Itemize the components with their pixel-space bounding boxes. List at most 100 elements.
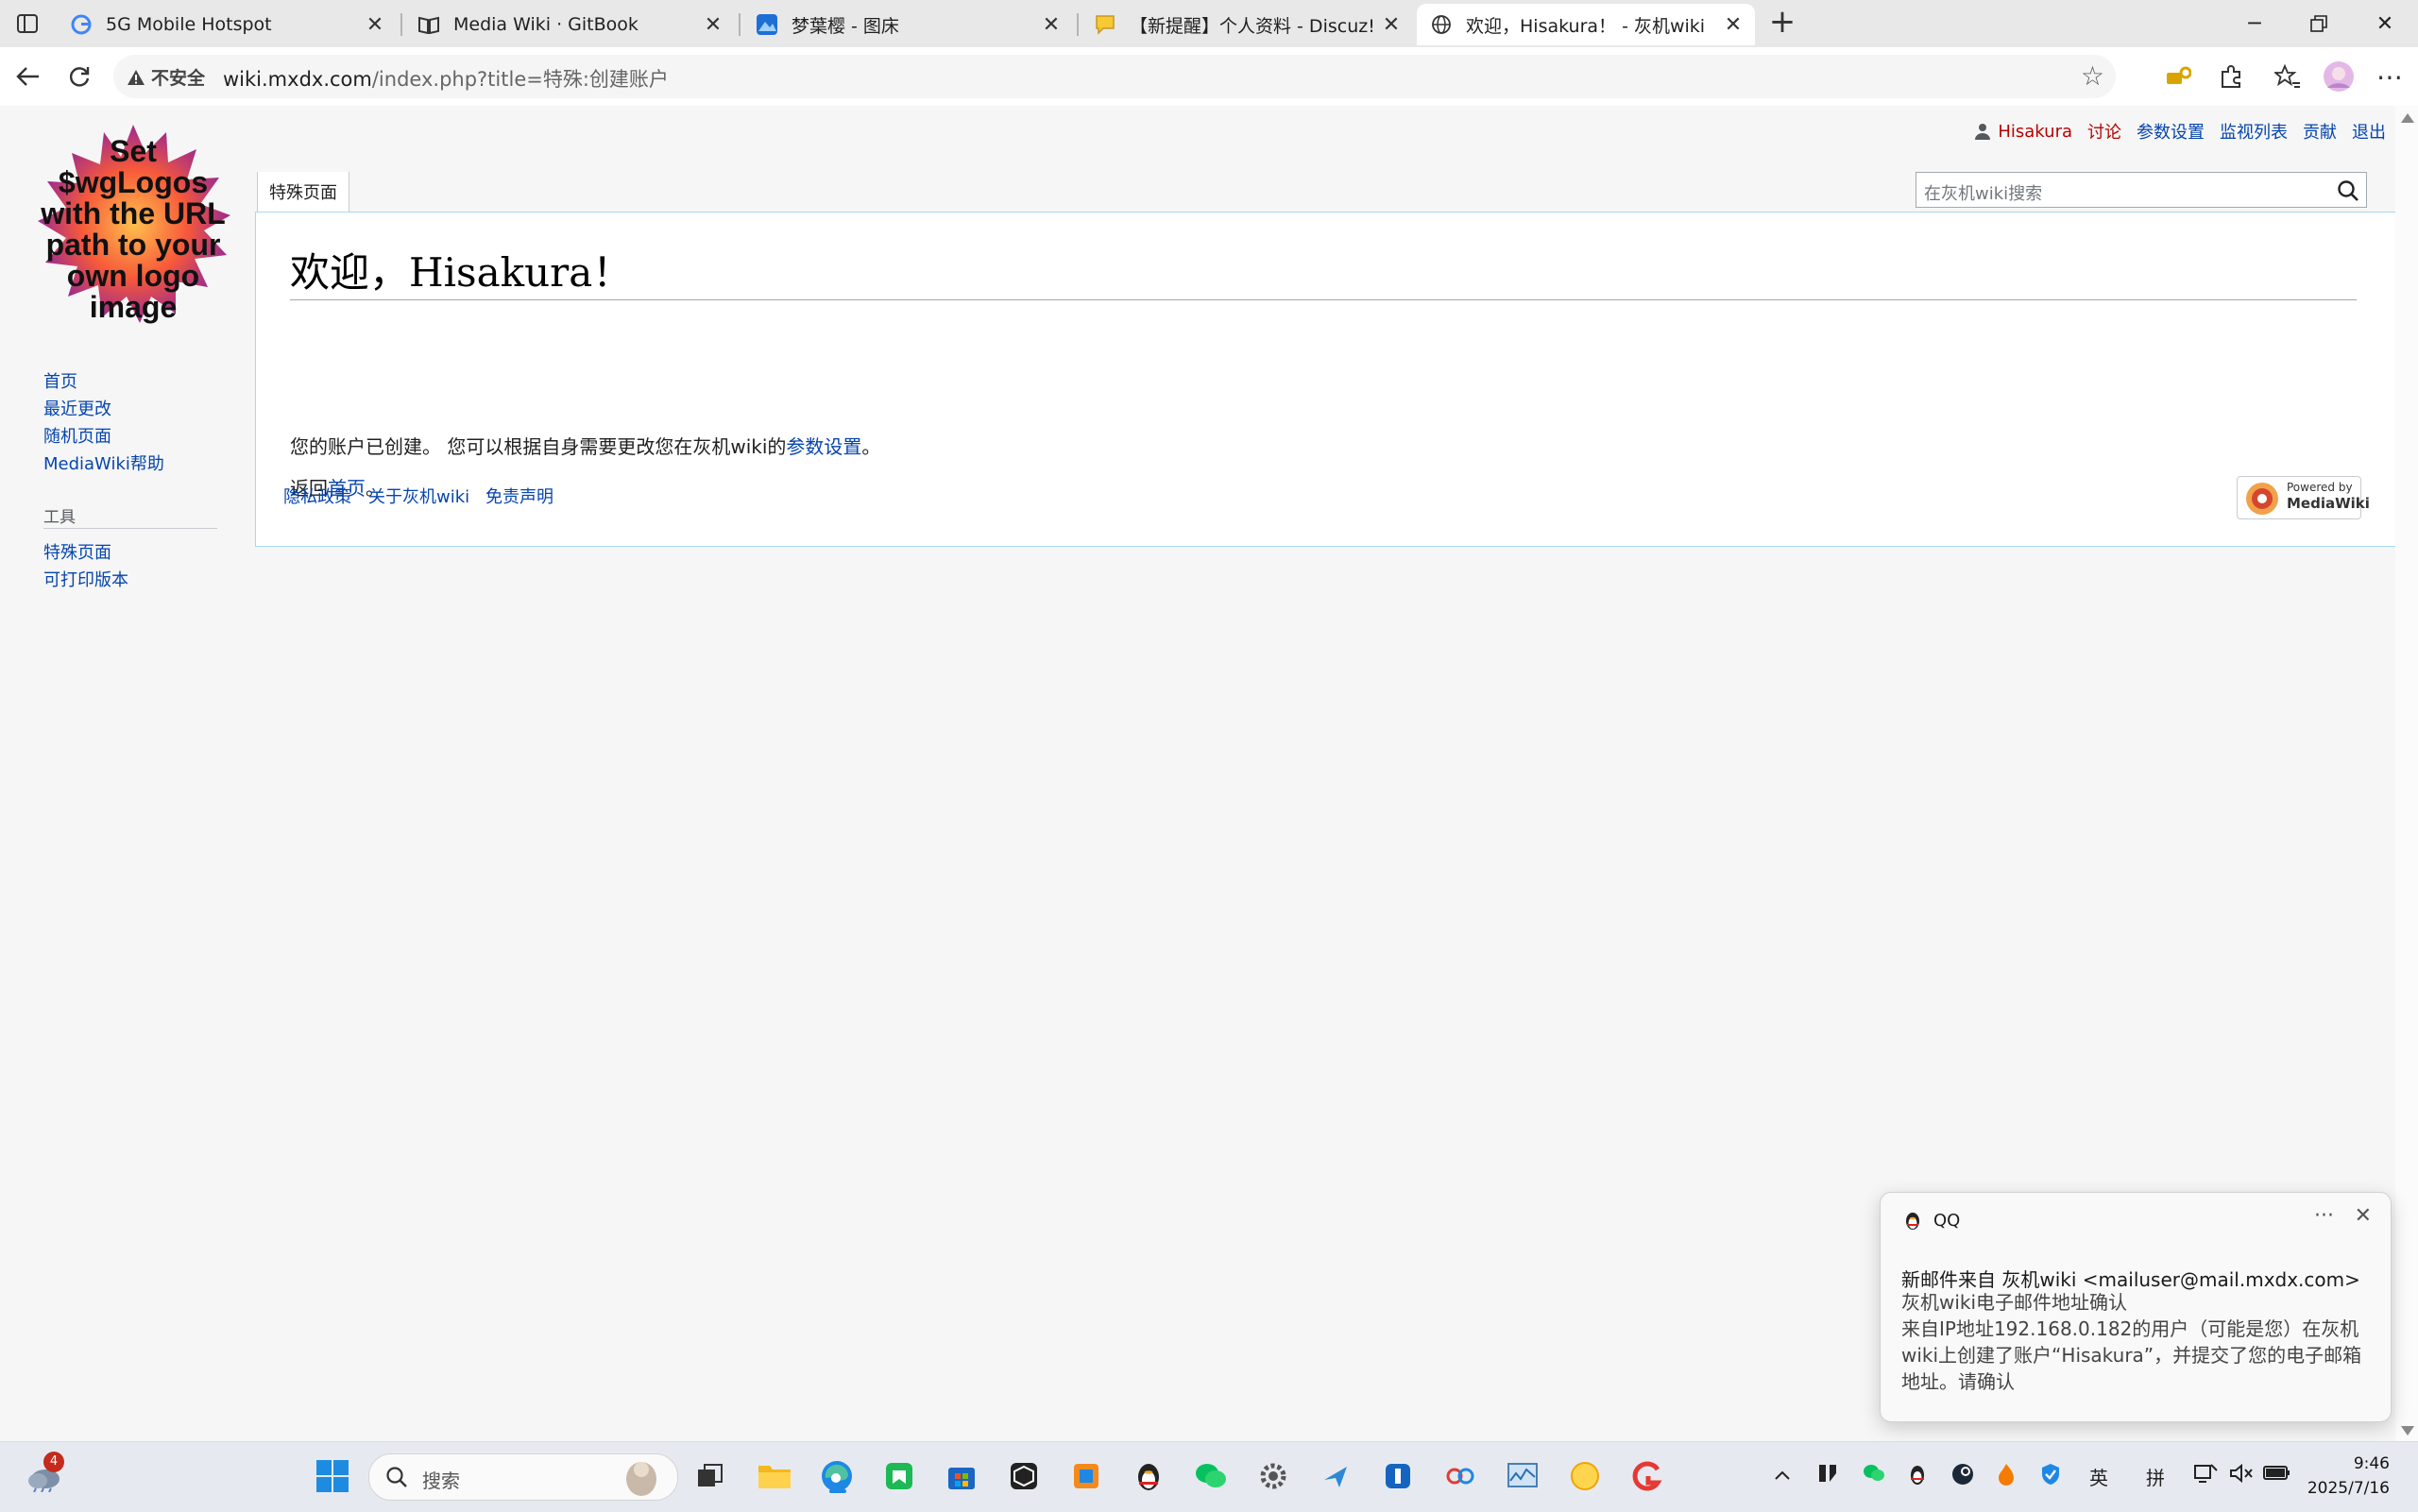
url-text[interactable]: wiki.mxdx.com/index.php?title=特殊:创建账户: [223, 64, 669, 93]
tray-battery-icon[interactable]: [2263, 1463, 2291, 1487]
message-text: 您的账户已创建。 您可以根据自身需要更改您在灰机wiki的: [290, 435, 787, 458]
notification-close-icon[interactable]: ✕: [2355, 1204, 2372, 1228]
notification-more-icon[interactable]: ···: [2314, 1204, 2334, 1228]
tray-flame-icon[interactable]: [1997, 1463, 2016, 1490]
edge-browser-icon[interactable]: [816, 1455, 858, 1497]
tab-image-host[interactable]: 梦葉樱 - 图床 ✕: [742, 4, 1073, 45]
tab-wiki-welcome[interactable]: 欢迎，Hisakura！ - 灰机wiki ✕: [1417, 4, 1755, 45]
sidebar-item-main-page[interactable]: 首页: [43, 368, 77, 393]
orange-app-icon[interactable]: [1065, 1455, 1107, 1497]
minimize-button[interactable]: ─: [2225, 4, 2284, 43]
ime-mode-indicator[interactable]: 拼: [2146, 1463, 2165, 1490]
close-tab-icon[interactable]: ✕: [1721, 12, 1745, 37]
close-tab-icon[interactable]: ✕: [701, 12, 725, 37]
resource-monitor-icon[interactable]: [1502, 1455, 1543, 1497]
warning-icon: [128, 69, 145, 85]
restore-button[interactable]: [2290, 4, 2348, 43]
notification-body: 来自IP地址192.168.0.182的用户（可能是您）在灰机wiki上创建了账…: [1901, 1317, 2362, 1393]
weather-badge: 4: [43, 1452, 64, 1472]
sidebar-item-random-page[interactable]: 随机页面: [43, 423, 111, 448]
tray-overflow-chevron-icon[interactable]: [1774, 1463, 1791, 1486]
dark-cube-app-icon[interactable]: [1003, 1455, 1045, 1497]
tray-steam-icon[interactable]: [1951, 1463, 1974, 1490]
profile-avatar[interactable]: [2320, 59, 2358, 94]
tab-title: Media Wiki · GitBook: [453, 14, 639, 35]
user-link[interactable]: Hisakura: [1975, 122, 2072, 142]
powered-by-mediawiki-badge[interactable]: Powered by MediaWiki: [2237, 476, 2370, 519]
notification-app: QQ: [1903, 1210, 1960, 1231]
password-key-icon[interactable]: [2159, 59, 2197, 94]
qq-mail-notification[interactable]: QQ ··· ✕ 新邮件来自 灰机wiki <mailuser@mail.mxd…: [1880, 1192, 2392, 1422]
more-menu-icon[interactable]: ⋯: [2371, 59, 2409, 94]
tray-security-shield-icon[interactable]: [2040, 1463, 2061, 1490]
personal-tools: Hisakura 讨论 参数设置 监视列表 贡献 退出: [1960, 119, 2386, 144]
contributions-link[interactable]: 贡献: [2303, 119, 2337, 144]
close-window-button[interactable]: ✕: [2356, 4, 2414, 43]
cloud-drive-icon[interactable]: [1439, 1455, 1481, 1497]
footer-privacy-link[interactable]: 隐私政策: [283, 484, 351, 508]
tab-title: 【新提醒】个人资料 - Discuz! Board: [1130, 15, 1379, 37]
google-icon: [70, 13, 93, 36]
talk-link[interactable]: 讨论: [2087, 119, 2121, 144]
preferences-inline-link[interactable]: 参数设置: [786, 435, 861, 458]
close-tab-icon[interactable]: ✕: [1379, 12, 1404, 37]
tab-actions-icon[interactable]: [13, 10, 42, 37]
qq-icon[interactable]: [1128, 1455, 1169, 1497]
start-button[interactable]: [312, 1455, 353, 1497]
favorite-star-icon[interactable]: ☆: [2081, 60, 2104, 92]
ime-language-indicator[interactable]: 英: [2089, 1463, 2108, 1490]
logo-line: path to your: [45, 228, 221, 262]
extensions-icon[interactable]: [2212, 59, 2250, 94]
wiki-search-input[interactable]: 在灰机wiki搜索: [1916, 172, 2367, 208]
tray-wechat-icon[interactable]: [1863, 1463, 1885, 1488]
settings-gear-icon[interactable]: [1252, 1455, 1294, 1497]
wiki-logo[interactable]: Set $wgLogos with the URL path to your o…: [34, 125, 232, 323]
sidebar-item-recent-changes[interactable]: 最近更改: [43, 396, 111, 420]
footer-disclaimer-link[interactable]: 免责声明: [485, 484, 553, 508]
tray-qq-icon[interactable]: [1908, 1463, 1927, 1490]
microsoft-store-icon[interactable]: [941, 1455, 982, 1497]
red-g-app-icon[interactable]: [1626, 1455, 1668, 1497]
sidebar-item-special-pages[interactable]: 特殊页面: [43, 539, 111, 564]
task-view-icon[interactable]: [690, 1455, 731, 1497]
taskbar-search-input[interactable]: 搜索: [368, 1453, 678, 1501]
green-app-icon[interactable]: [878, 1455, 920, 1497]
taskbar-clock[interactable]: 9:46 2025/7/16: [2307, 1452, 2390, 1501]
scroll-up-arrow-icon[interactable]: [2401, 113, 2414, 123]
logo-line: image: [89, 290, 178, 324]
logout-link[interactable]: 退出: [2352, 119, 2386, 144]
favorites-icon[interactable]: [2269, 59, 2307, 94]
logo-line: $wgLogos: [58, 165, 209, 199]
new-tab-button[interactable]: +: [1766, 6, 1798, 40]
watchlist-link[interactable]: 监视列表: [2220, 119, 2288, 144]
sidebar-item-printable-version[interactable]: 可打印版本: [43, 567, 128, 591]
refresh-button[interactable]: [60, 59, 98, 94]
file-explorer-icon[interactable]: [754, 1455, 795, 1497]
tray-volume-muted-icon[interactable]: [2229, 1463, 2254, 1488]
heading-divider: [290, 299, 2357, 300]
tray-app-icon[interactable]: [1817, 1463, 1838, 1488]
tab-mediawiki-gitbook[interactable]: Media Wiki · GitBook ✕: [404, 4, 735, 45]
sidebar-item-mediawiki-help[interactable]: MediaWiki帮助: [43, 450, 164, 475]
tab-discuz[interactable]: 【新提醒】个人资料 - Discuz! Board ✕: [1081, 4, 1413, 45]
terminal-app-icon[interactable]: [1315, 1455, 1356, 1497]
tab-special-page[interactable]: 特殊页面: [257, 172, 349, 212]
tab-5g-hotspot[interactable]: 5G Mobile Hotspot ✕: [57, 4, 397, 45]
search-icon[interactable]: [2336, 178, 2360, 203]
close-tab-icon[interactable]: ✕: [1039, 12, 1064, 37]
tab-title: 欢迎，Hisakura！ - 灰机wiki: [1466, 15, 1706, 37]
page-scrollbar[interactable]: [2395, 106, 2418, 1441]
yellow-app-icon[interactable]: [1564, 1455, 1606, 1497]
scroll-down-arrow-icon[interactable]: [2401, 1426, 2414, 1436]
address-bar[interactable]: 不安全 wiki.mxdx.com/index.php?title=特殊:创建账…: [113, 55, 2116, 98]
blue-shield-app-icon[interactable]: [1377, 1455, 1419, 1497]
back-button[interactable]: [9, 59, 47, 94]
preferences-link[interactable]: 参数设置: [2137, 119, 2205, 144]
tray-network-icon[interactable]: [2193, 1463, 2218, 1488]
powered-line2: MediaWiki: [2287, 495, 2370, 512]
footer-about-link[interactable]: 关于灰机wiki: [368, 484, 469, 508]
wechat-icon[interactable]: [1190, 1455, 1232, 1497]
close-tab-icon[interactable]: ✕: [363, 12, 387, 37]
security-indicator[interactable]: 不安全: [127, 64, 205, 90]
sidebar-tools-heading: 工具: [43, 508, 76, 527]
